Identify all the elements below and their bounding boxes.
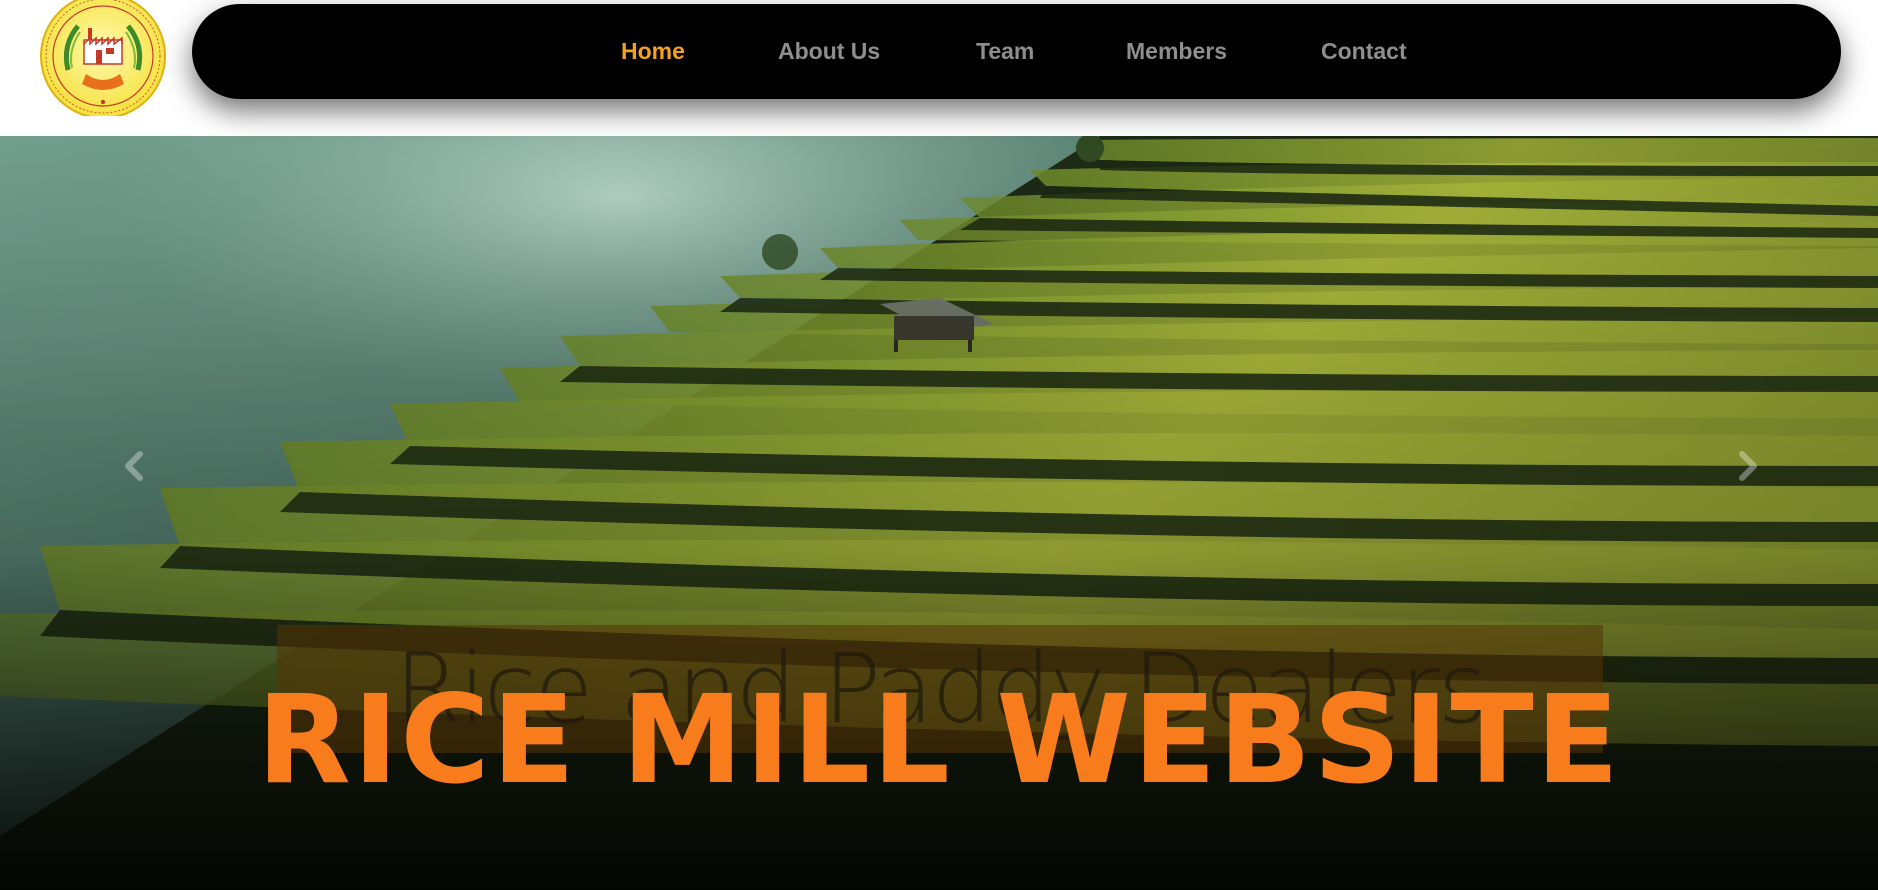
main-navbar: Home About Us Team Members Contact (192, 4, 1841, 99)
carousel-next-button[interactable] (1722, 441, 1772, 491)
logo-seal-icon (40, 0, 166, 119)
chevron-right-icon (1739, 451, 1757, 481)
hero-title: RICE MILL WEBSITE (256, 669, 1622, 811)
page: Home About Us Team Members Contact Rice … (0, 0, 1878, 890)
nav-members[interactable]: Members (1126, 4, 1227, 99)
nav-about-us[interactable]: About Us (778, 4, 880, 99)
logo[interactable] (38, 0, 168, 119)
chevron-left-icon (125, 451, 143, 481)
nav-home[interactable]: Home (621, 4, 685, 99)
hero-carousel: Rice and Paddy Dealers RICE MILL WEBSITE (0, 136, 1878, 890)
nav-team[interactable]: Team (976, 4, 1034, 99)
nav-contact[interactable]: Contact (1321, 4, 1407, 99)
carousel-prev-button[interactable] (110, 441, 160, 491)
